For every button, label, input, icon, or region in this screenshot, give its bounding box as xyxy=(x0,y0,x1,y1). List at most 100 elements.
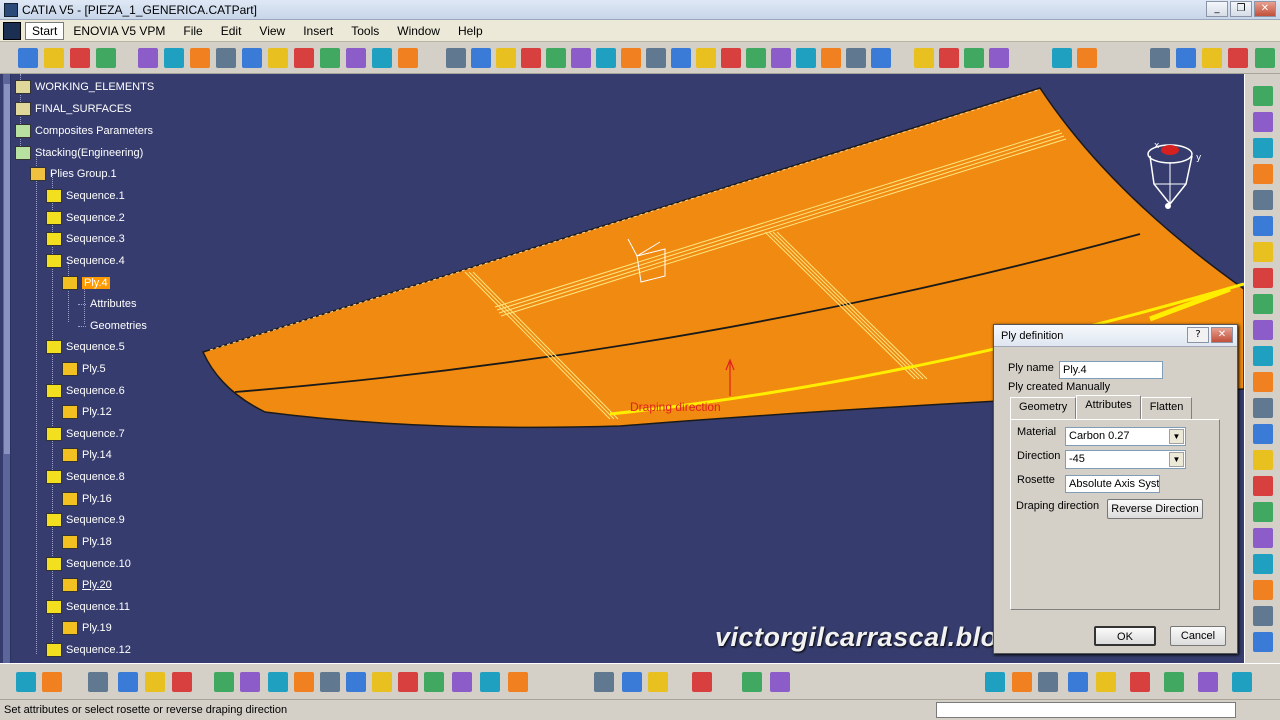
toolbar-tool-icon[interactable] xyxy=(1255,48,1275,68)
toolbar-tool-icon[interactable] xyxy=(1052,48,1072,68)
toolbar-tool-icon[interactable] xyxy=(1198,672,1218,692)
tree-node-label[interactable]: Sequence.1 xyxy=(66,190,125,202)
toolbar-tool-icon[interactable] xyxy=(240,672,260,692)
dialog-help-button[interactable]: ? xyxy=(1187,327,1209,343)
toolbar-tool-icon[interactable] xyxy=(70,48,90,68)
toolbar-tool-icon[interactable] xyxy=(1253,450,1273,470)
toolbar-tool-icon[interactable] xyxy=(1202,48,1222,68)
sequence-icon[interactable] xyxy=(46,232,62,246)
ply-icon[interactable] xyxy=(62,405,78,419)
compass-icon[interactable]: x y xyxy=(1140,134,1210,214)
tree-node[interactable]: Sequence.10 xyxy=(46,555,131,573)
toolbar-tool-icon[interactable] xyxy=(1253,216,1273,236)
sequence-icon[interactable] xyxy=(46,643,62,657)
sequence-icon[interactable] xyxy=(46,189,62,203)
tree-node[interactable]: Sequence.12 xyxy=(46,641,131,659)
toolbar-tool-icon[interactable] xyxy=(721,48,741,68)
toolbar-tool-icon[interactable] xyxy=(138,48,158,68)
menu-help[interactable]: Help xyxy=(449,24,492,38)
sequence-icon[interactable] xyxy=(46,470,62,484)
tree-node-label[interactable]: Ply.12 xyxy=(82,406,112,418)
tree-node-label[interactable]: Geometries xyxy=(90,320,147,332)
tree-node-label[interactable]: Sequence.7 xyxy=(66,428,125,440)
tree-node[interactable]: Geometries xyxy=(78,317,147,335)
sequence-icon[interactable] xyxy=(46,340,62,354)
tree-node[interactable]: Ply.12 xyxy=(62,403,112,421)
toolbar-tool-icon[interactable] xyxy=(771,48,791,68)
toolbar-tool-icon[interactable] xyxy=(1164,672,1184,692)
toolbar-tool-icon[interactable] xyxy=(1253,632,1273,652)
tree-node[interactable]: Sequence.7 xyxy=(46,425,125,443)
ply-icon[interactable] xyxy=(62,492,78,506)
tree-node-label[interactable]: Ply.19 xyxy=(82,622,112,634)
toolbar-tool-icon[interactable] xyxy=(692,672,712,692)
toolbar-tool-icon[interactable] xyxy=(964,48,984,68)
toolbar-tool-icon[interactable] xyxy=(1253,86,1273,106)
toolbar-tool-icon[interactable] xyxy=(1253,190,1273,210)
sequence-icon[interactable] xyxy=(46,600,62,614)
toolbar-tool-icon[interactable] xyxy=(696,48,716,68)
tree-node-label[interactable]: Ply.14 xyxy=(82,449,112,461)
geometrical-set-icon[interactable] xyxy=(15,102,31,116)
tree-node[interactable]: FINAL_SURFACES xyxy=(15,100,132,118)
toolbar-tool-icon[interactable] xyxy=(521,48,541,68)
minimize-button[interactable]: _ xyxy=(1206,1,1228,17)
menu-view[interactable]: View xyxy=(250,24,294,38)
toolbar-tool-icon[interactable] xyxy=(770,672,790,692)
tree-node[interactable]: Ply.18 xyxy=(62,533,112,551)
tree-node[interactable]: Sequence.1 xyxy=(46,187,125,205)
restore-button[interactable]: ❐ xyxy=(1230,1,1252,17)
toolbar-tool-icon[interactable] xyxy=(648,672,668,692)
tree-node-label[interactable]: FINAL_SURFACES xyxy=(35,103,132,115)
toolbar-tool-icon[interactable] xyxy=(190,48,210,68)
tree-node[interactable]: Composites Parameters xyxy=(15,122,153,140)
tree-node-label[interactable]: Sequence.9 xyxy=(66,514,125,526)
toolbar-tool-icon[interactable] xyxy=(1068,672,1088,692)
ply-name-input[interactable]: Ply.4 xyxy=(1059,361,1163,379)
toolbar-tool-icon[interactable] xyxy=(1253,320,1273,340)
tree-node-label[interactable]: Plies Group.1 xyxy=(50,168,117,180)
menu-edit[interactable]: Edit xyxy=(212,24,251,38)
tree-node-label[interactable]: Sequence.5 xyxy=(66,341,125,353)
tree-node[interactable]: Sequence.6 xyxy=(46,382,125,400)
toolbar-tool-icon[interactable] xyxy=(471,48,491,68)
material-select[interactable]: Carbon 0.27 ▼ xyxy=(1065,427,1186,446)
tree-node-label[interactable]: Composites Parameters xyxy=(35,125,153,137)
reverse-direction-button[interactable]: Reverse Direction xyxy=(1107,499,1203,519)
chevron-down-icon[interactable]: ▼ xyxy=(1169,452,1184,467)
direction-select[interactable]: -45 ▼ xyxy=(1065,450,1186,469)
toolbar-tool-icon[interactable] xyxy=(44,48,64,68)
toolbar-tool-icon[interactable] xyxy=(1253,268,1273,288)
chevron-down-icon[interactable]: ▼ xyxy=(1169,429,1184,444)
sequence-icon[interactable] xyxy=(46,254,62,268)
toolbar-tool-icon[interactable] xyxy=(571,48,591,68)
tree-node-label[interactable]: Sequence.11 xyxy=(66,601,130,613)
dialog-title-bar[interactable]: Ply definition ? ✕ xyxy=(994,325,1237,347)
tree-node-label[interactable]: Ply.5 xyxy=(82,363,106,375)
tree-node[interactable]: Ply.5 xyxy=(62,360,106,378)
tree-node[interactable]: Attributes xyxy=(78,295,136,313)
menu-window[interactable]: Window xyxy=(388,24,449,38)
tree-node-label[interactable]: Stacking(Engineering) xyxy=(35,147,143,159)
tree-node[interactable]: Plies Group.1 xyxy=(30,165,117,183)
tree-node-label[interactable]: Sequence.4 xyxy=(66,255,125,267)
tree-node[interactable]: Ply.20 xyxy=(62,576,112,594)
ply-icon[interactable] xyxy=(62,535,78,549)
toolbar-tool-icon[interactable] xyxy=(164,48,184,68)
toolbar-tool-icon[interactable] xyxy=(622,672,642,692)
tree-node[interactable]: WORKING_ELEMENTS xyxy=(15,78,154,96)
tree-scrollbar[interactable] xyxy=(3,74,11,663)
tree-node-label[interactable]: Sequence.8 xyxy=(66,471,125,483)
toolbar-tool-icon[interactable] xyxy=(939,48,959,68)
toolbar-tool-icon[interactable] xyxy=(546,48,566,68)
toolbar-tool-icon[interactable] xyxy=(346,48,366,68)
dialog-close-button[interactable]: ✕ xyxy=(1211,327,1233,343)
toolbar-tool-icon[interactable] xyxy=(424,672,444,692)
tree-node[interactable]: Sequence.5 xyxy=(46,338,125,356)
toolbar-tool-icon[interactable] xyxy=(1130,672,1150,692)
tree-node-label[interactable]: Sequence.3 xyxy=(66,233,125,245)
close-button[interactable]: ✕ xyxy=(1254,1,1276,17)
toolbar-tool-icon[interactable] xyxy=(746,48,766,68)
toolbar-tool-icon[interactable] xyxy=(268,48,288,68)
toolbar-tool-icon[interactable] xyxy=(1253,502,1273,522)
